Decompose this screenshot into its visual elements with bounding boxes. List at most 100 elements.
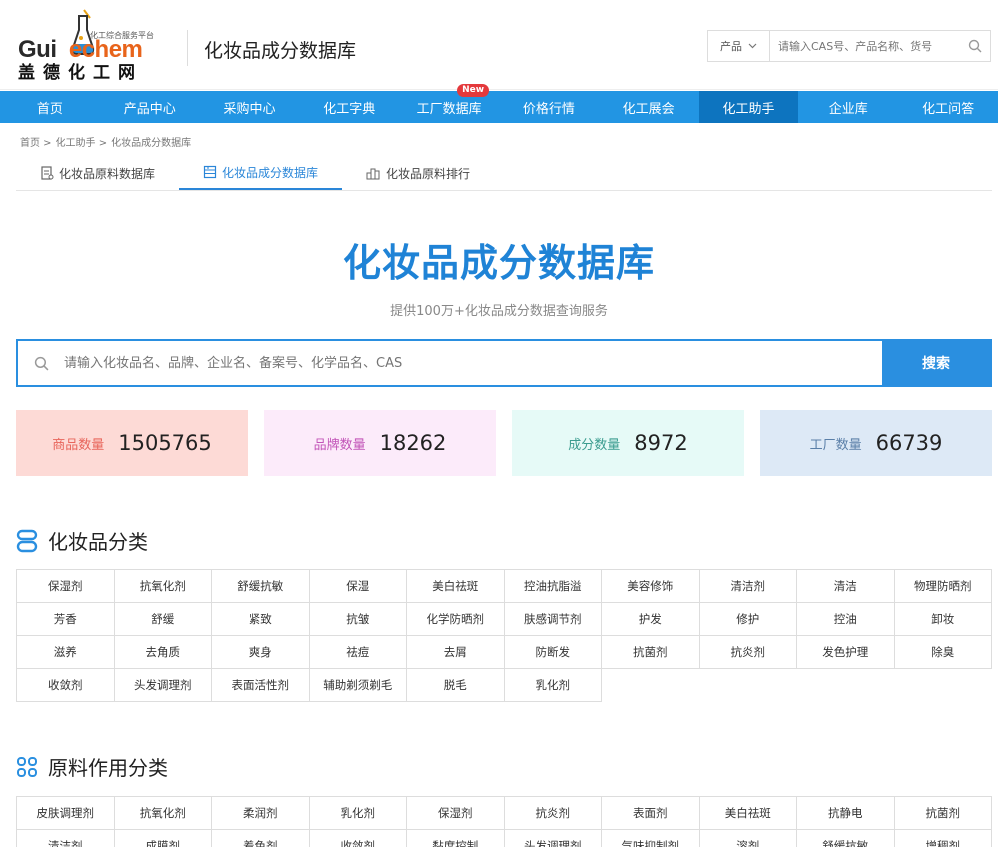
category-cell[interactable]: 去屑 [407,636,505,669]
category-cell[interactable]: 脱毛 [407,669,505,702]
category-cell[interactable]: 乳化剂 [504,669,602,702]
nav-item[interactable]: 工厂数据库 New [399,84,499,123]
category-cell[interactable]: 抗炎剂 [699,636,797,669]
nav-item[interactable]: 化工助手 [698,91,799,123]
category-cell[interactable]: 控油 [797,603,895,636]
category-cell[interactable]: 物理防晒剂 [894,570,992,603]
search-icon [18,341,64,385]
category-cell[interactable]: 肤感调节剂 [504,603,602,636]
category-cell[interactable]: 美容修饰 [602,570,700,603]
category-cell[interactable]: 除臭 [894,636,992,669]
breadcrumb: 首页 > 化工助手 > 化妆品成分数据库 [20,134,191,149]
category-cell[interactable]: 辅助剃须剃毛 [309,669,407,702]
category-cell[interactable]: 卸妆 [894,603,992,636]
category-cell[interactable]: 清洁剂 [17,830,115,847]
stat-label: 成分数量 [568,437,621,453]
stat-label: 工厂数量 [809,437,862,453]
category-cell[interactable]: 去角质 [114,636,212,669]
category-cell[interactable]: 舒缓抗敏 [797,830,895,847]
category-cell[interactable]: 柔润剂 [212,797,310,830]
category-cell[interactable]: 修护 [699,603,797,636]
section-material-function: 原料作用分类 [16,752,168,781]
breadcrumb-item[interactable]: 化工助手 > [56,134,108,149]
category-cell[interactable]: 化学防晒剂 [407,603,505,636]
category-cell[interactable]: 护发 [602,603,700,636]
nav-item-label: 首页 [36,101,63,117]
stats-row: 商品数量 1505765 品牌数量 18262 成分数量 8972 工厂数量 66739 [16,410,992,476]
category-cell[interactable]: 抗皱 [309,603,407,636]
site-logo[interactable]: Gui echem 化工综合服务平台 盖德化工网 [16,6,176,83]
category-cell[interactable]: 乳化剂 [309,797,407,830]
nav-item[interactable]: 采购中心 [200,91,300,123]
material-function-grid: 皮肤调理剂 抗氧化剂 柔润剂 乳化剂 保湿剂 抗炎剂 表面剂 美白祛斑 抗静电 抗菌剂清洁剂 成膜剂… [16,796,992,847]
category-cell[interactable]: 芳香 [17,603,115,636]
category-cell[interactable]: 滋养 [17,636,115,669]
category-cell[interactable]: 头发调理剂 [505,830,602,847]
category-cell[interactable]: 抗菌剂 [602,636,700,669]
stat-label: 商品数量 [52,437,105,453]
category-cell[interactable]: 皮肤调理剂 [17,797,115,830]
hero-subtitle: 提供100万+化妆品成分数据查询服务 [390,304,608,319]
category-cell[interactable]: 清洁剂 [699,570,797,603]
category-cell[interactable]: 舒缓 [114,603,212,636]
nav-item[interactable]: 化工展会 [599,91,699,123]
tab-item[interactable]: 化妆品原料排行 [342,156,494,190]
category-cell[interactable]: 清洁 [797,570,895,603]
tab-item[interactable]: 化妆品成分数据库 [179,156,343,190]
category-cell[interactable]: 黏度控制 [407,830,505,847]
cosmetic-category-grid: 保湿剂 抗氧化剂 舒缓抗敏 保湿 美白祛斑 控油抗脂溢 美容修饰 清洁剂 清洁 物理防晒剂芳香 舒缓… [16,569,992,702]
category-cell[interactable]: 舒缓抗敏 [212,570,310,603]
new-badge: New [457,84,490,97]
nav-item[interactable]: 价格行情 [499,91,599,123]
section-title: 原料作用分类 [48,756,168,780]
category-cell[interactable]: 保湿剂 [407,797,505,830]
nav-item[interactable]: 产品中心 [100,91,200,123]
category-cell[interactable]: 表面剂 [602,797,700,830]
search-icon[interactable] [960,39,990,53]
top-header: Gui echem 化工综合服务平台 盖德化工网 化妆品成分数据库 产品 [0,0,998,90]
breadcrumb-item[interactable]: 首页 > [20,134,52,149]
category-cell[interactable]: 保湿剂 [17,570,115,603]
category-cell[interactable]: 防断发 [504,636,602,669]
chevron-down-icon [748,43,757,49]
nav-item[interactable]: 首页 [0,91,100,123]
nav-item[interactable]: 化工问答 [898,91,998,123]
tab-label: 化妆品原料排行 [386,166,471,181]
category-cell[interactable]: 表面活性剂 [212,669,310,702]
category-cell[interactable]: 抗氧化剂 [114,570,212,603]
category-cell[interactable]: 抗菌剂 [894,797,992,830]
section-cosmetic-category: 化妆品分类 [16,526,148,555]
category-cell[interactable]: 抗静电 [797,797,895,830]
document-icon [40,166,54,180]
category-cell[interactable]: 发色护理 [797,636,895,669]
category-cell[interactable]: 着色剂 [212,830,310,847]
category-cell[interactable]: 气味抑制剂 [602,830,700,847]
category-cell[interactable]: 爽身 [212,636,310,669]
category-cell[interactable]: 控油抗脂溢 [504,570,602,603]
category-cell[interactable]: 抗氧化剂 [114,797,212,830]
category-cell[interactable]: 保湿 [309,570,407,603]
header-search-input[interactable] [770,31,960,61]
category-cell[interactable]: 收敛剂 [17,669,115,702]
category-cell[interactable]: 头发调理剂 [114,669,212,702]
search-button[interactable]: 搜索 [882,341,990,385]
category-cell[interactable]: 紧致 [212,603,310,636]
category-icon [16,529,38,552]
nav-item[interactable]: 化工字典 [299,91,399,123]
stat-value: 1505765 [118,431,212,455]
nav-item[interactable]: 企业库 [798,91,898,123]
category-cell[interactable]: 溶剂 [700,830,797,847]
category-cell[interactable]: 收敛剂 [310,830,407,847]
main-search: 搜索 [16,339,992,387]
category-cell[interactable]: 美白祛斑 [699,797,797,830]
tab-item[interactable]: 化妆品原料数据库 [16,156,179,190]
nav-item-label: 价格行情 [522,101,575,117]
category-cell[interactable]: 祛痘 [309,636,407,669]
search-type-select[interactable]: 产品 [708,31,770,61]
category-cell[interactable]: 美白祛斑 [407,570,505,603]
category-cell[interactable]: 增稠剂 [895,830,992,847]
category-cell[interactable]: 抗炎剂 [504,797,602,830]
stat-value: 18262 [379,431,447,455]
category-cell[interactable]: 成膜剂 [115,830,212,847]
main-search-input[interactable] [64,341,882,385]
